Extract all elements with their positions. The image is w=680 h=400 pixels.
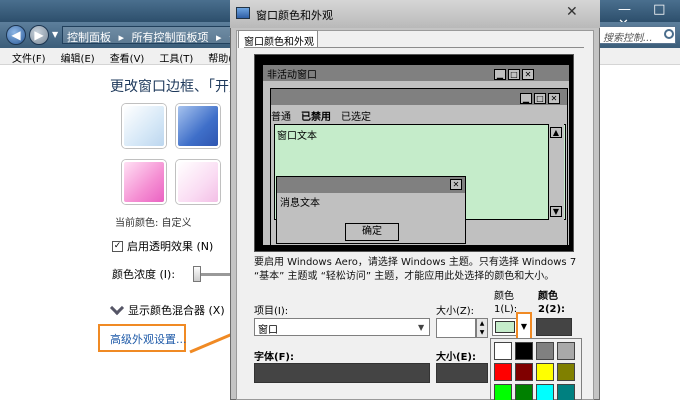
current-color-label: 当前颜色: 自定义 [115,218,192,229]
preview-inactive-buttons: ▁ □ ✕ [494,69,534,80]
color-swatch-sky[interactable] [122,104,166,148]
preview-active-buttons: ▁ □ ✕ [520,93,560,104]
preview-menu-selected[interactable]: 已选定 [341,108,371,123]
back-button[interactable]: ◀ [6,25,26,45]
font-select[interactable] [254,363,430,383]
minimize-icon: ▁ [494,69,506,80]
color-mixer-toggle[interactable]: 显示颜色混合器 (X) [109,300,225,318]
close-icon: ✕ [522,69,534,80]
menu-edit[interactable]: 编辑(E) [61,50,95,65]
maximize-button[interactable]: □ [653,2,665,17]
palette-color-cell[interactable] [557,342,575,360]
color2-label: 颜色 2(2): [538,291,566,315]
breadcrumb-control-panel[interactable]: 控制面板 [67,31,111,43]
breadcrumb-separator: ▸ [216,31,222,44]
minimize-button[interactable]: — [618,2,631,17]
tab-divider [244,47,584,48]
color2-button[interactable] [536,318,572,336]
chevron-down-icon [109,300,125,315]
forward-button[interactable]: ▶ [29,25,49,45]
advanced-appearance-link[interactable]: 高级外观设置... [98,324,187,352]
color-intensity-label: 颜色浓度 (I): [112,268,176,281]
palette-color-cell[interactable] [557,363,575,381]
palette-color-cell[interactable] [515,384,533,400]
maximize-icon: □ [534,93,546,104]
menu-view[interactable]: 查看(V) [110,50,145,65]
palette-color-cell[interactable] [494,384,512,400]
aero-description: 要启用 Windows Aero，请选择 Windows 主题。只有选择 Win… [254,257,577,282]
scroll-down-icon[interactable]: ▼ [550,206,562,217]
dialog-app-icon [236,7,250,19]
menu-file[interactable]: 文件(F) [12,50,46,65]
palette-color-cell[interactable] [515,342,533,360]
close-icon: ✕ [450,179,462,190]
dialog-close-button[interactable]: ✕ [566,4,578,20]
item-label: 项目(I): [254,306,289,317]
palette-color-cell[interactable] [515,363,533,381]
close-icon: ✕ [548,93,560,104]
size-input[interactable] [436,318,476,338]
font-size-select[interactable] [436,363,488,383]
color1-label: 颜色 1(L): [494,291,518,315]
font-size-label: 大小(E): [436,352,476,363]
search-icon[interactable] [664,29,674,39]
palette-color-cell[interactable] [557,384,575,400]
menu-bar: 文件(F) 编辑(E) 查看(V) 工具(T) 帮助(H) [0,48,244,65]
preview-message-text[interactable]: 消息文本 [280,194,320,209]
recent-pages-dropdown[interactable]: ▼ [52,30,58,39]
page-heading: 更改窗口边框、「开始 [110,79,243,95]
color-intensity-thumb[interactable] [193,266,201,282]
scroll-up-icon[interactable]: ▲ [550,127,562,138]
preview-menu-disabled[interactable]: 已禁用 [301,108,331,123]
preview-ok-button[interactable]: 确定 [345,223,399,241]
address-bar[interactable]: 控制面板 ▸ 所有控制面板项 ▸ 个 [62,26,242,44]
size-stepper[interactable]: ▲ ▼ [476,318,488,338]
palette-color-cell[interactable] [494,363,512,381]
preview-menu-normal[interactable]: 普通 [271,108,291,123]
color-swatch-magenta[interactable] [122,160,166,204]
color-swatch-blush[interactable] [176,160,220,204]
dialog-title: 窗口颜色和外观 [256,9,333,22]
preview-menu: 普通 已禁用 已选定 [271,108,371,123]
item-select[interactable]: 窗口 [254,318,430,336]
palette-color-cell[interactable] [536,363,554,381]
color-mixer-label: 显示颜色混合器 (X) [128,304,225,317]
palette-color-cell[interactable] [536,342,554,360]
breadcrumb-separator: ▸ [118,31,125,44]
chevron-down-icon[interactable]: ▼ [418,323,424,332]
menu-tools[interactable]: 工具(T) [159,50,193,65]
breadcrumb-all-items[interactable]: 所有控制面板项 [132,31,209,43]
minimize-icon: ▁ [520,93,532,104]
color1-swatch[interactable] [495,321,515,333]
transparency-checkbox[interactable]: ✓ [112,240,123,252]
transparency-label: 启用透明效果 (N) [127,240,214,253]
palette-color-cell[interactable] [494,342,512,360]
color-swatch-blue[interactable] [176,104,220,148]
preview-window-text[interactable]: 窗口文本 [277,127,317,142]
transparency-option[interactable]: ✓ 启用透明效果 (N) [112,238,213,254]
font-label: 字体(F): [254,352,294,363]
tab-window-color[interactable]: 窗口颜色和外观 [238,30,318,48]
palette-color-cell[interactable] [536,384,554,400]
size-label: 大小(Z): [436,306,475,317]
maximize-icon: □ [508,69,520,80]
preview-message-titlebar[interactable] [277,177,465,193]
